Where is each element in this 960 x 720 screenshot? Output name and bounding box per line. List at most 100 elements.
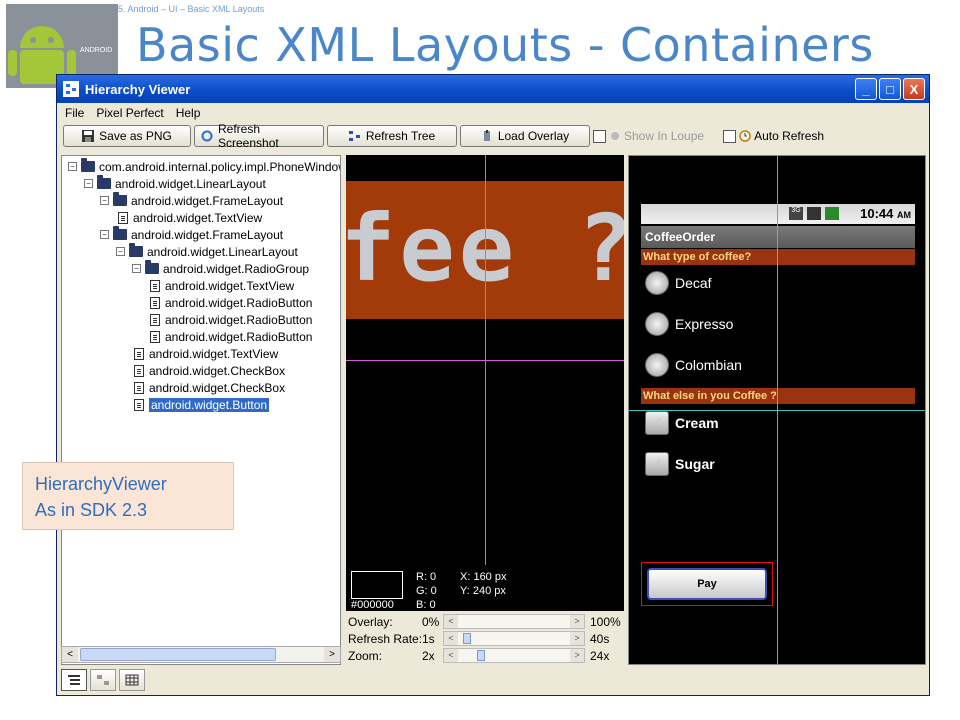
folder-icon: [113, 226, 127, 240]
grid-view-mode-button[interactable]: [119, 669, 145, 691]
tree-node[interactable]: − android.widget.FrameLayout: [100, 226, 283, 243]
radio-label: Expresso: [675, 316, 734, 332]
zoom-slider[interactable]: < >: [443, 648, 585, 663]
checkbox-cream[interactable]: ✓ Cream: [645, 411, 719, 435]
device-screenshot-panel[interactable]: 3G 10:44 AM CoffeeOrder What type of cof…: [628, 155, 926, 665]
tree-node[interactable]: android.widget.Button: [132, 396, 270, 413]
overlay-icon: [481, 130, 493, 142]
collapse-toggle-icon[interactable]: −: [84, 179, 93, 188]
tree-node[interactable]: android.widget.CheckBox: [132, 379, 285, 396]
checkmark-icon: ✓: [645, 411, 669, 435]
tree-view-mode-button[interactable]: [61, 669, 87, 691]
guide-horizontal: [629, 410, 925, 411]
collapse-toggle-icon[interactable]: −: [68, 162, 77, 171]
tree-node-label: android.widget.TextView: [165, 278, 295, 293]
network-icon: 3G: [789, 207, 803, 220]
minimize-button[interactable]: _: [855, 78, 877, 100]
auto-refresh-checkbox[interactable]: [723, 129, 737, 143]
toolbar: Save as PNG Refresh Screenshot Refresh T…: [57, 122, 929, 150]
folder-icon: [129, 243, 143, 257]
breadcrumb: 5. Android – UI – Basic XML Layouts: [118, 4, 265, 14]
tree-node[interactable]: android.widget.RadioButton: [148, 311, 312, 328]
tree-node[interactable]: android.widget.RadioButton: [148, 328, 312, 345]
color-swatch: [351, 571, 403, 599]
scroll-right-arrow[interactable]: >: [324, 647, 340, 662]
refresh-tree-button[interactable]: Refresh Tree: [327, 125, 457, 147]
radio-label: Decaf: [675, 275, 712, 291]
radio-colombian[interactable]: Colombian: [645, 353, 742, 377]
tree-node[interactable]: − android.widget.LinearLayout: [116, 243, 298, 260]
pixel-perfect-zoom-view[interactable]: fee ?: [346, 155, 624, 611]
slider-knob[interactable]: [476, 650, 485, 661]
collapse-toggle-icon[interactable]: −: [132, 264, 141, 273]
overlay-slider[interactable]: < >: [443, 614, 585, 629]
slider-right-arrow[interactable]: >: [570, 615, 584, 628]
refresh-icon: [201, 130, 213, 142]
collapse-toggle-icon[interactable]: −: [116, 247, 125, 256]
checkbox-label: Sugar: [675, 456, 715, 472]
folder-icon: [113, 192, 127, 206]
close-button[interactable]: X: [903, 78, 925, 100]
view-tree-panel[interactable]: − com.android.internal.policy.impl.PhoneW…: [61, 155, 341, 665]
tree-node-label: android.widget.FrameLayout: [131, 227, 284, 242]
radio-expresso[interactable]: Expresso: [645, 312, 733, 336]
hierarchy-viewer-window: Hierarchy Viewer _ □ X File Pixel Perfec…: [56, 74, 930, 696]
zoom-controls: Overlay: 0% < > 100% Refresh Rate: 1s < …: [346, 613, 624, 667]
slider-left-arrow[interactable]: <: [444, 632, 458, 645]
slider-left-arrow[interactable]: <: [444, 615, 458, 628]
collapse-toggle-icon[interactable]: −: [100, 230, 109, 239]
scroll-thumb[interactable]: [80, 648, 276, 661]
checkbox-label: Cream: [675, 415, 719, 431]
tree-node-label: android.widget.RadioButton: [165, 329, 313, 344]
slider-right-arrow[interactable]: >: [570, 632, 584, 645]
refresh-screenshot-button[interactable]: Refresh Screenshot: [194, 122, 324, 150]
logo-text: ANDROID: [80, 47, 112, 54]
pixel-r: R: 0: [416, 571, 437, 583]
view-mode-bar: [61, 669, 145, 691]
pixel-y: Y: 240 px: [460, 585, 506, 597]
pixel-hex: #000000: [351, 599, 394, 611]
auto-refresh-label: Auto Refresh: [754, 129, 825, 143]
coffee-type-heading: What type of coffee?: [641, 249, 915, 265]
slider-right-arrow[interactable]: >: [570, 649, 584, 662]
maximize-button[interactable]: □: [879, 78, 901, 100]
file-icon: [150, 279, 160, 292]
collapse-toggle-icon[interactable]: −: [100, 196, 109, 205]
tree-node[interactable]: android.widget.TextView: [148, 277, 294, 294]
callout-line-1: HierarchyViewer: [35, 474, 167, 494]
callout-line-2: As in SDK 2.3: [35, 500, 148, 520]
menu-pixel-perfect[interactable]: Pixel Perfect: [96, 106, 163, 120]
zoom-label: Zoom:: [348, 648, 383, 663]
pay-button[interactable]: Pay: [647, 568, 767, 600]
tree-node[interactable]: android.widget.CheckBox: [132, 362, 285, 379]
radio-decaf[interactable]: Decaf: [645, 271, 712, 295]
menu-help[interactable]: Help: [176, 106, 201, 120]
tree-node-label: android.widget.CheckBox: [149, 380, 286, 395]
window-title: Hierarchy Viewer: [85, 81, 191, 97]
tree-node[interactable]: android.widget.TextView: [132, 345, 278, 362]
load-overlay-button[interactable]: Load Overlay: [460, 125, 590, 147]
scroll-left-arrow[interactable]: <: [62, 647, 78, 662]
tree-node[interactable]: − android.widget.RadioGroup: [132, 260, 309, 277]
title-bar[interactable]: Hierarchy Viewer _ □ X: [57, 75, 929, 103]
tree-horizontal-scrollbar[interactable]: < >: [61, 646, 341, 663]
tree-node-label: com.android.internal.policy.impl.PhoneWi…: [99, 159, 341, 174]
callout-note: HierarchyViewer As in SDK 2.3: [22, 462, 234, 530]
radio-circle: [645, 271, 669, 295]
tree-node[interactable]: android.widget.TextView: [116, 209, 262, 226]
folder-icon: [145, 260, 159, 274]
tree-node[interactable]: android.widget.RadioButton: [148, 294, 312, 311]
tree-node[interactable]: − com.android.internal.policy.impl.PhoneW…: [68, 158, 341, 175]
layout-view-mode-button[interactable]: [90, 669, 116, 691]
show-in-loupe-checkbox[interactable]: [593, 129, 606, 143]
tree-node[interactable]: − android.widget.LinearLayout: [84, 175, 266, 192]
save-png-button[interactable]: Save as PNG: [63, 125, 191, 147]
slider-left-arrow[interactable]: <: [444, 649, 458, 662]
menu-file[interactable]: File: [65, 106, 84, 120]
refresh-rate-slider[interactable]: < >: [443, 631, 585, 646]
tree-node[interactable]: − android.widget.FrameLayout: [100, 192, 283, 209]
refresh-screenshot-label: Refresh Screenshot: [218, 122, 279, 150]
checkbox-sugar[interactable]: ✓ Sugar: [645, 452, 715, 476]
slider-knob[interactable]: [463, 633, 472, 644]
signal-icon: [807, 207, 821, 220]
